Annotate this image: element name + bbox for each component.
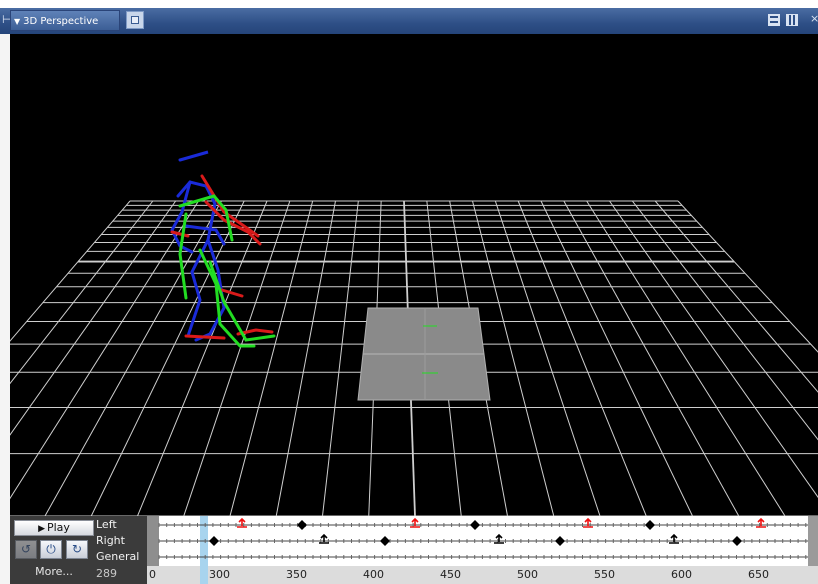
rewind-icon[interactable]: ↺ <box>15 540 37 559</box>
grid-line <box>631 200 818 441</box>
track-keys-canvas[interactable] <box>147 516 818 568</box>
maximize-icon[interactable] <box>768 14 780 26</box>
track-label-general: General <box>96 550 140 563</box>
power-icon[interactable]: ⏻ <box>40 540 62 559</box>
3d-viewport[interactable] <box>10 34 818 516</box>
ruler-label: 400 <box>363 568 384 581</box>
foot-lift-key[interactable] <box>583 517 593 528</box>
ruler-label: 0 <box>149 568 156 581</box>
grid-line <box>494 200 601 516</box>
viewport-title-bar: ⊢ ▼ 3D Perspective × <box>0 8 818 34</box>
grid-line <box>10 200 199 500</box>
play-button[interactable]: ▶ Play <box>14 520 94 536</box>
foot-plant-key[interactable] <box>555 536 565 546</box>
grid-line <box>183 200 291 516</box>
grid-line <box>229 200 314 516</box>
foot-plant-key[interactable] <box>209 536 219 546</box>
ruler-label: 650 <box>748 568 769 581</box>
ruler-label: 450 <box>440 568 461 581</box>
grid-line <box>563 200 740 516</box>
scene-canvas[interactable] <box>10 34 818 516</box>
foot-lift-key[interactable] <box>237 517 247 528</box>
ruler-label: 300 <box>209 568 230 581</box>
ruler-label: 550 <box>594 568 615 581</box>
ruler-label: 600 <box>671 568 692 581</box>
foot-plant-key[interactable] <box>380 536 390 546</box>
play-label: Play <box>46 521 70 534</box>
camera-icon[interactable] <box>126 11 144 29</box>
track-label-right: Right <box>96 534 125 547</box>
view-selector-tab[interactable]: ▼ 3D Perspective <box>10 10 120 31</box>
character-skeleton[interactable] <box>170 150 276 348</box>
grid-line <box>44 200 222 516</box>
grid-line <box>654 200 818 393</box>
timeline-panel: ▶ Play ↺ ⏻ ↻ More... Left Right General 2… <box>10 516 818 584</box>
close-icon[interactable]: × <box>810 12 818 25</box>
ruler-label: 350 <box>286 568 307 581</box>
foot-plant-key[interactable] <box>297 520 307 530</box>
foot-lift-key[interactable] <box>494 533 504 544</box>
grid-line <box>10 200 131 342</box>
split-view-icon[interactable] <box>786 14 798 26</box>
timeline-ruler[interactable] <box>147 566 818 584</box>
view-tab-label: 3D Perspective <box>23 16 99 27</box>
grid-line <box>275 200 336 516</box>
current-frame-number: 289 <box>96 567 117 580</box>
grid-line <box>10 200 177 436</box>
foot-lift-key[interactable] <box>410 517 420 528</box>
track-lines <box>158 523 808 559</box>
track-label-left: Left <box>96 518 117 531</box>
grid-line <box>322 200 359 516</box>
foot-plant-key[interactable] <box>732 536 742 546</box>
foot-plant-key[interactable] <box>470 520 480 530</box>
grid-line <box>90 200 245 516</box>
left-panel-edge <box>0 34 10 584</box>
grid-line <box>609 200 818 499</box>
play-icon: ▶ <box>38 524 45 534</box>
more-button[interactable]: More... <box>14 563 94 580</box>
foot-plant-key[interactable] <box>645 520 655 530</box>
foot-lift-key[interactable] <box>756 517 766 528</box>
grid-line <box>517 200 647 516</box>
foot-lift-key[interactable] <box>669 533 679 544</box>
grid-line <box>677 200 818 353</box>
ruler-label: 500 <box>517 568 538 581</box>
ground-patch <box>357 307 491 401</box>
grid-line <box>10 200 154 385</box>
redo-icon[interactable]: ↻ <box>66 540 88 559</box>
dropdown-arrow-icon: ▼ <box>14 17 21 26</box>
timeline-track-area[interactable]: 0 300 350 400 450 500 550 600 650 <box>147 516 818 584</box>
